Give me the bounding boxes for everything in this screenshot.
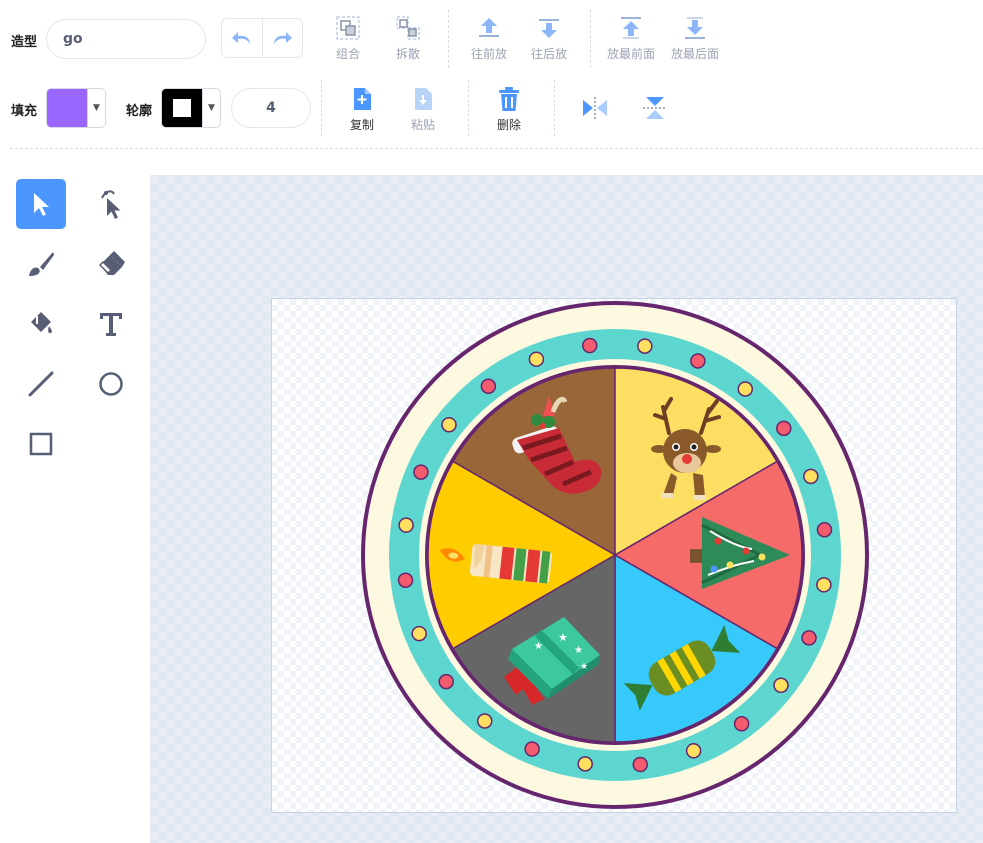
ring-dot [528, 351, 545, 367]
ring-dot [690, 353, 706, 369]
ring-dot [803, 468, 819, 485]
ring-dot [816, 521, 833, 538]
ring-dot [581, 337, 598, 354]
ring-dot [776, 420, 792, 437]
ring-dot [480, 378, 497, 394]
ring-dot [413, 464, 429, 480]
ring-dot [438, 673, 454, 690]
ring-dot [398, 517, 414, 533]
ring-dot [773, 677, 789, 694]
ring-dot [816, 577, 832, 593]
svg-text:★: ★ [580, 662, 588, 672]
ring-dot [524, 741, 540, 757]
christmas-wheel[interactable]: ★ ★ ★ ★ [0, 0, 983, 843]
ring-dot [411, 625, 427, 642]
svg-text:★: ★ [558, 631, 568, 644]
svg-text:★: ★ [574, 645, 583, 656]
ring-dot [801, 630, 817, 646]
ring-dot [637, 338, 653, 354]
ring-dot [632, 756, 649, 773]
ring-dot [476, 713, 493, 729]
svg-text:★: ★ [534, 641, 543, 652]
ring-dot [397, 572, 414, 589]
ring-dot [737, 381, 754, 397]
ring-dot [733, 716, 750, 732]
ring-dot [441, 416, 457, 433]
ring-dot [685, 743, 702, 759]
ring-dot [577, 756, 593, 772]
